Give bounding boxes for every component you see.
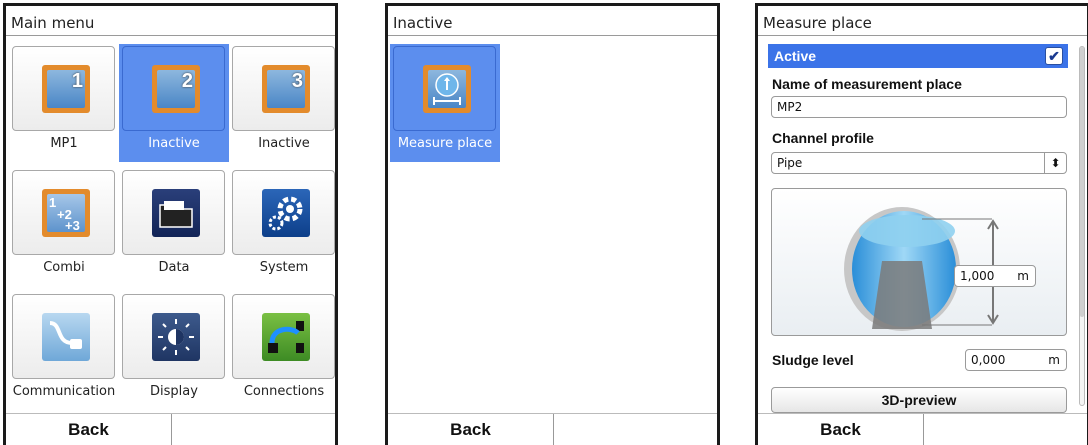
3d-preview-button[interactable]: 3D-preview <box>771 387 1067 413</box>
tile-label: Inactive <box>148 136 200 151</box>
diameter-field[interactable]: 1,000 m <box>954 265 1036 287</box>
sludge-level-value: 0,000 <box>971 353 1006 367</box>
svg-text:1: 1 <box>49 195 56 210</box>
tile-system[interactable]: System <box>229 168 335 286</box>
svg-text:+3: +3 <box>65 218 80 232</box>
system-gear-icon <box>262 189 310 237</box>
tile-mp3-inactive[interactable]: 3 Inactive <box>229 44 335 162</box>
back-button[interactable]: Back <box>388 414 554 445</box>
combi-icon: 1 +2 +3 <box>42 189 90 237</box>
inactive-screen: Inactive Measure place Back <box>385 3 720 445</box>
checkmark-icon: ✔ <box>1048 48 1060 64</box>
scrollbar-thumb[interactable] <box>1080 47 1084 317</box>
bottom-bar: Back <box>758 413 1087 445</box>
measurement-place-2-icon: 2 <box>152 65 200 113</box>
tile-mp2-inactive[interactable]: 2 Inactive <box>119 44 229 162</box>
tile-frame <box>122 170 225 255</box>
channel-profile-select[interactable]: Pipe ⬍ <box>771 152 1067 174</box>
tile-data[interactable]: Data <box>119 168 229 286</box>
screen-title: Measure place <box>758 6 1087 36</box>
tile-frame: 1 <box>12 46 115 131</box>
tile-label: System <box>259 260 309 275</box>
pipe-diagram-icon <box>844 207 999 331</box>
communication-icon <box>42 313 90 361</box>
tile-label: Display <box>150 384 198 399</box>
tile-label: Connections <box>243 384 325 399</box>
tile-label: Data <box>158 260 190 275</box>
tile-frame <box>122 294 225 379</box>
tile-connections[interactable]: Connections <box>229 292 335 410</box>
screen-title: Main menu <box>6 6 335 36</box>
name-label: Name of measurement place <box>772 76 962 92</box>
tile-frame <box>393 46 496 131</box>
tile-frame: 3 <box>232 46 335 131</box>
display-brightness-icon <box>152 313 200 361</box>
measurement-place-3-icon: 3 <box>262 65 310 113</box>
measurement-place-1-icon: 1 <box>42 65 90 113</box>
tile-frame <box>232 294 335 379</box>
diameter-value: 1,000 <box>960 269 995 283</box>
tile-display[interactable]: Display <box>119 292 229 410</box>
name-field-value: MP2 <box>777 100 803 114</box>
tile-frame <box>232 170 335 255</box>
pipe-profile-preview: 1,000 m <box>771 188 1067 336</box>
tile-label: Measure place <box>397 136 493 151</box>
bottom-bar: Back <box>6 413 335 445</box>
connections-icon <box>262 313 310 361</box>
active-toggle-row[interactable]: Active ✔ <box>768 44 1068 68</box>
tile-frame <box>12 294 115 379</box>
active-checkbox[interactable]: ✔ <box>1045 47 1063 65</box>
tile-combi[interactable]: 1 +2 +3 Combi <box>9 168 119 286</box>
back-button[interactable]: Back <box>6 414 172 445</box>
tile-label: Combi <box>43 260 85 275</box>
channel-profile-label: Channel profile <box>772 130 874 146</box>
tile-frame: 1 +2 +3 <box>12 170 115 255</box>
channel-profile-value: Pipe <box>777 156 803 170</box>
scrollbar[interactable] <box>1079 46 1085 406</box>
tile-frame: 2 <box>122 46 225 131</box>
tile-mp1[interactable]: 1 MP1 <box>9 44 119 162</box>
diameter-unit: m <box>1017 269 1029 283</box>
active-label: Active <box>774 48 817 64</box>
up-down-arrows-icon: ⬍ <box>1044 153 1066 173</box>
tile-communication[interactable]: Communication <box>9 292 119 410</box>
tile-label: MP1 <box>50 136 78 151</box>
bottom-bar: Back <box>388 413 717 445</box>
tile-label: Communication <box>12 384 116 399</box>
tile-measure-place[interactable]: Measure place <box>390 44 500 162</box>
screen-title: Inactive <box>388 6 717 36</box>
name-field[interactable]: MP2 <box>771 96 1067 118</box>
back-button[interactable]: Back <box>758 414 924 445</box>
sludge-level-label: Sludge level <box>772 352 854 368</box>
data-folder-icon <box>152 189 200 237</box>
main-menu-screen: Main menu 1 MP1 2 Inactive 3 Inactive 1 … <box>3 3 338 445</box>
tile-label: Inactive <box>258 136 310 151</box>
sludge-level-unit: m <box>1048 353 1060 367</box>
measure-place-screen: Measure place Active ✔ Name of measureme… <box>755 3 1088 445</box>
sludge-level-field[interactable]: 0,000 m <box>965 349 1067 371</box>
measure-place-icon <box>423 65 471 113</box>
